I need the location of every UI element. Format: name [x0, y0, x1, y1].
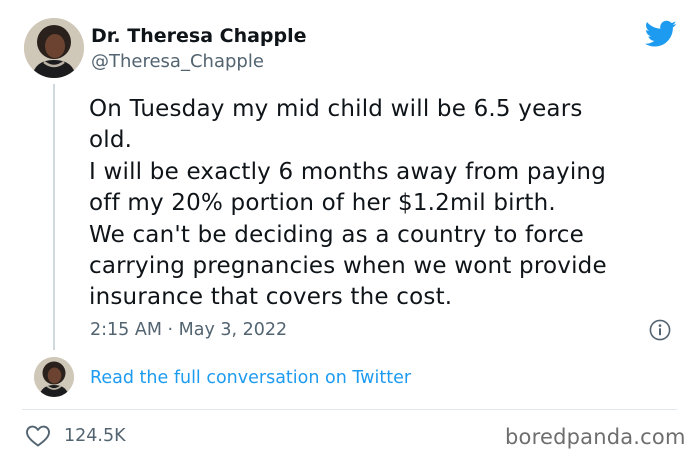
avatar-image	[34, 357, 74, 397]
tweet-line: off my 20% portion of her $1.2mil birth.	[89, 190, 556, 217]
like-count: 124.5K	[64, 426, 126, 446]
avatar-image	[24, 18, 84, 78]
conversation-avatar[interactable]	[34, 357, 74, 397]
read-conversation-link[interactable]: Read the full conversation on Twitter	[90, 366, 411, 390]
thread-line	[53, 84, 55, 350]
info-icon[interactable]	[649, 319, 671, 341]
tweet-line: We can't be deciding as a country to for…	[89, 221, 584, 248]
twitter-bird-icon[interactable]	[645, 20, 677, 48]
tweet-line: old.	[89, 127, 133, 154]
author-handle[interactable]: @Theresa_Chapple	[91, 50, 264, 74]
divider	[22, 409, 677, 410]
tweet-line: insurance that covers the cost.	[89, 284, 453, 311]
heart-icon[interactable]	[25, 424, 51, 448]
author-avatar[interactable]	[24, 18, 84, 78]
tweet-line: I will be exactly 6 months away from pay…	[89, 158, 606, 185]
tweet-text: On Tuesday my mid child will be 6.5 year…	[89, 94, 689, 314]
tweet-line: carrying pregnancies when we wont provid…	[89, 253, 607, 280]
watermark: boredpanda.com	[505, 425, 686, 449]
author-name[interactable]: Dr. Theresa Chapple	[91, 24, 307, 48]
tweet-line: On Tuesday my mid child will be 6.5 year…	[89, 96, 583, 122]
tweet-timestamp[interactable]: 2:15 AM · May 3, 2022	[90, 318, 287, 342]
